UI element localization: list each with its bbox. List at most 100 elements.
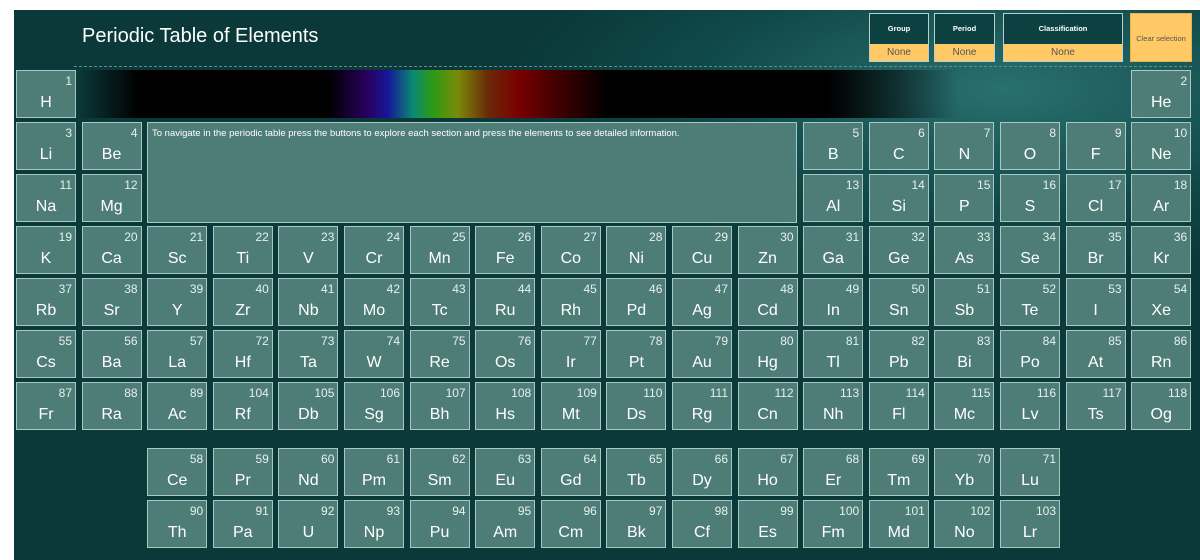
element-tile-tb[interactable]: 65 Tb xyxy=(606,448,667,496)
element-tile-hf[interactable]: 72 Hf xyxy=(212,330,273,378)
element-tile-k[interactable]: 19 K xyxy=(16,226,76,274)
element-tile-bi[interactable]: 83 Bi xyxy=(934,330,995,378)
element-tile-sn[interactable]: 50 Sn xyxy=(868,278,929,326)
element-tile-f[interactable]: 9F xyxy=(1065,122,1126,170)
element-tile-yb[interactable]: 70 Yb xyxy=(934,448,995,496)
element-tile-ts[interactable]: 117 Ts xyxy=(1065,382,1126,430)
element-tile-po[interactable]: 84 Po xyxy=(1000,330,1060,378)
element-tile-tc[interactable]: 43 Tc xyxy=(409,278,470,326)
element-tile-nb[interactable]: 41 Nb xyxy=(278,278,339,326)
classification-filter-button[interactable]: Classification None xyxy=(1003,13,1123,62)
element-tile-cn[interactable]: 112 Cn xyxy=(737,382,798,430)
element-tile-cr[interactable]: 24 Cr xyxy=(344,226,404,274)
element-tile-db[interactable]: 105 Db xyxy=(278,382,339,430)
element-tile-np[interactable]: 93 Np xyxy=(344,500,404,548)
element-tile-gd[interactable]: 64 Gd xyxy=(540,448,601,496)
group-filter-button[interactable]: Group None xyxy=(869,13,929,62)
element-tile-mo[interactable]: 42 Mo xyxy=(344,278,404,326)
element-tile-mn[interactable]: 25 Mn xyxy=(409,226,470,274)
element-tile-as[interactable]: 33 As xyxy=(934,226,995,274)
element-tile-ba[interactable]: 56 Ba xyxy=(81,330,142,378)
element-tile-ds[interactable]: 110 Ds xyxy=(606,382,667,430)
element-tile-pa[interactable]: 91 Pa xyxy=(212,500,273,548)
element-tile-cl[interactable]: 17 Cl xyxy=(1065,174,1126,222)
element-tile-pd[interactable]: 46 Pd xyxy=(606,278,667,326)
element-tile-y[interactable]: 39 Y xyxy=(147,278,208,326)
element-tile-se[interactable]: 34 Se xyxy=(1000,226,1060,274)
element-tile-ra[interactable]: 88 Ra xyxy=(81,382,142,430)
element-tile-w[interactable]: 74 W xyxy=(344,330,404,378)
element-tile-u[interactable]: 92 U xyxy=(278,500,339,548)
element-tile-ar[interactable]: 18 Ar xyxy=(1131,174,1192,222)
element-tile-tm[interactable]: 69 Tm xyxy=(868,448,929,496)
element-tile-ti[interactable]: 22 Ti xyxy=(212,226,273,274)
element-tile-o[interactable]: 8O xyxy=(1000,122,1060,170)
clear-selection-button[interactable]: Clear selection xyxy=(1130,13,1192,62)
element-tile-no[interactable]: 102 No xyxy=(934,500,995,548)
element-tile-nh[interactable]: 113 Nh xyxy=(803,382,864,430)
element-tile-mg[interactable]: 12 Mg xyxy=(81,174,142,222)
element-tile-pt[interactable]: 78 Pt xyxy=(606,330,667,378)
element-tile-ge[interactable]: 32 Ge xyxy=(868,226,929,274)
element-tile-bk[interactable]: 97 Bk xyxy=(606,500,667,548)
element-tile-v[interactable]: 23 V xyxy=(278,226,339,274)
element-tile-ca[interactable]: 20 Ca xyxy=(81,226,142,274)
element-tile-lr[interactable]: 103 Lr xyxy=(1000,500,1060,548)
element-tile-be[interactable]: 4 Be xyxy=(81,122,142,170)
element-tile-c[interactable]: 6C xyxy=(868,122,929,170)
element-tile-og[interactable]: 118 Og xyxy=(1131,382,1192,430)
element-tile-lu[interactable]: 71 Lu xyxy=(1000,448,1060,496)
element-tile-i[interactable]: 53 I xyxy=(1065,278,1126,326)
element-tile-lv[interactable]: 116 Lv xyxy=(1000,382,1060,430)
element-tile-in[interactable]: 49 In xyxy=(803,278,864,326)
element-tile-zr[interactable]: 40 Zr xyxy=(212,278,273,326)
element-tile-es[interactable]: 99 Es xyxy=(737,500,798,548)
element-tile-ag[interactable]: 47 Ag xyxy=(672,278,732,326)
element-tile-hs[interactable]: 108 Hs xyxy=(475,382,536,430)
element-tile-rh[interactable]: 45 Rh xyxy=(540,278,601,326)
element-tile-n[interactable]: 7N xyxy=(934,122,995,170)
element-tile-am[interactable]: 95 Am xyxy=(475,500,536,548)
element-tile-pb[interactable]: 82 Pb xyxy=(868,330,929,378)
element-tile-ni[interactable]: 28 Ni xyxy=(606,226,667,274)
element-tile-fl[interactable]: 114 Fl xyxy=(868,382,929,430)
element-tile-bh[interactable]: 107 Bh xyxy=(409,382,470,430)
element-tile-au[interactable]: 79 Au xyxy=(672,330,732,378)
element-tile-sr[interactable]: 38 Sr xyxy=(81,278,142,326)
element-tile-fm[interactable]: 100 Fm xyxy=(803,500,864,548)
element-tile-na[interactable]: 11 Na xyxy=(16,174,76,222)
element-tile-rb[interactable]: 37 Rb xyxy=(16,278,76,326)
element-tile-ac[interactable]: 89 Ac xyxy=(147,382,208,430)
element-tile-sc[interactable]: 21 Sc xyxy=(147,226,208,274)
element-tile-p[interactable]: 15 P xyxy=(934,174,995,222)
element-tile-h[interactable]: 1H xyxy=(16,70,76,118)
element-tile-ne[interactable]: 10 Ne xyxy=(1131,122,1192,170)
element-tile-fr[interactable]: 87 Fr xyxy=(16,382,76,430)
element-tile-ce[interactable]: 58 Ce xyxy=(147,448,208,496)
element-tile-cd[interactable]: 48 Cd xyxy=(737,278,798,326)
element-tile-rf[interactable]: 104 Rf xyxy=(212,382,273,430)
element-tile-fe[interactable]: 26 Fe xyxy=(475,226,536,274)
element-tile-he[interactable]: 2 He xyxy=(1131,70,1192,118)
element-tile-md[interactable]: 101 Md xyxy=(868,500,929,548)
element-tile-mc[interactable]: 115 Mc xyxy=(934,382,995,430)
element-tile-os[interactable]: 76 Os xyxy=(475,330,536,378)
element-tile-ta[interactable]: 73 Ta xyxy=(278,330,339,378)
element-tile-er[interactable]: 68 Er xyxy=(803,448,864,496)
element-tile-al[interactable]: 13 Al xyxy=(803,174,864,222)
element-tile-at[interactable]: 85 At xyxy=(1065,330,1126,378)
element-tile-tl[interactable]: 81 Tl xyxy=(803,330,864,378)
element-tile-la[interactable]: 57 La xyxy=(147,330,208,378)
element-tile-mt[interactable]: 109 Mt xyxy=(540,382,601,430)
element-tile-re[interactable]: 75 Re xyxy=(409,330,470,378)
element-tile-dy[interactable]: 66 Dy xyxy=(672,448,732,496)
element-tile-te[interactable]: 52 Te xyxy=(1000,278,1060,326)
element-tile-nd[interactable]: 60 Nd xyxy=(278,448,339,496)
element-tile-cm[interactable]: 96 Cm xyxy=(540,500,601,548)
element-tile-hg[interactable]: 80 Hg xyxy=(737,330,798,378)
element-tile-cu[interactable]: 29 Cu xyxy=(672,226,732,274)
element-tile-ho[interactable]: 67 Ho xyxy=(737,448,798,496)
element-tile-co[interactable]: 27 Co xyxy=(540,226,601,274)
element-tile-kr[interactable]: 36 Kr xyxy=(1131,226,1192,274)
element-tile-pr[interactable]: 59 Pr xyxy=(212,448,273,496)
